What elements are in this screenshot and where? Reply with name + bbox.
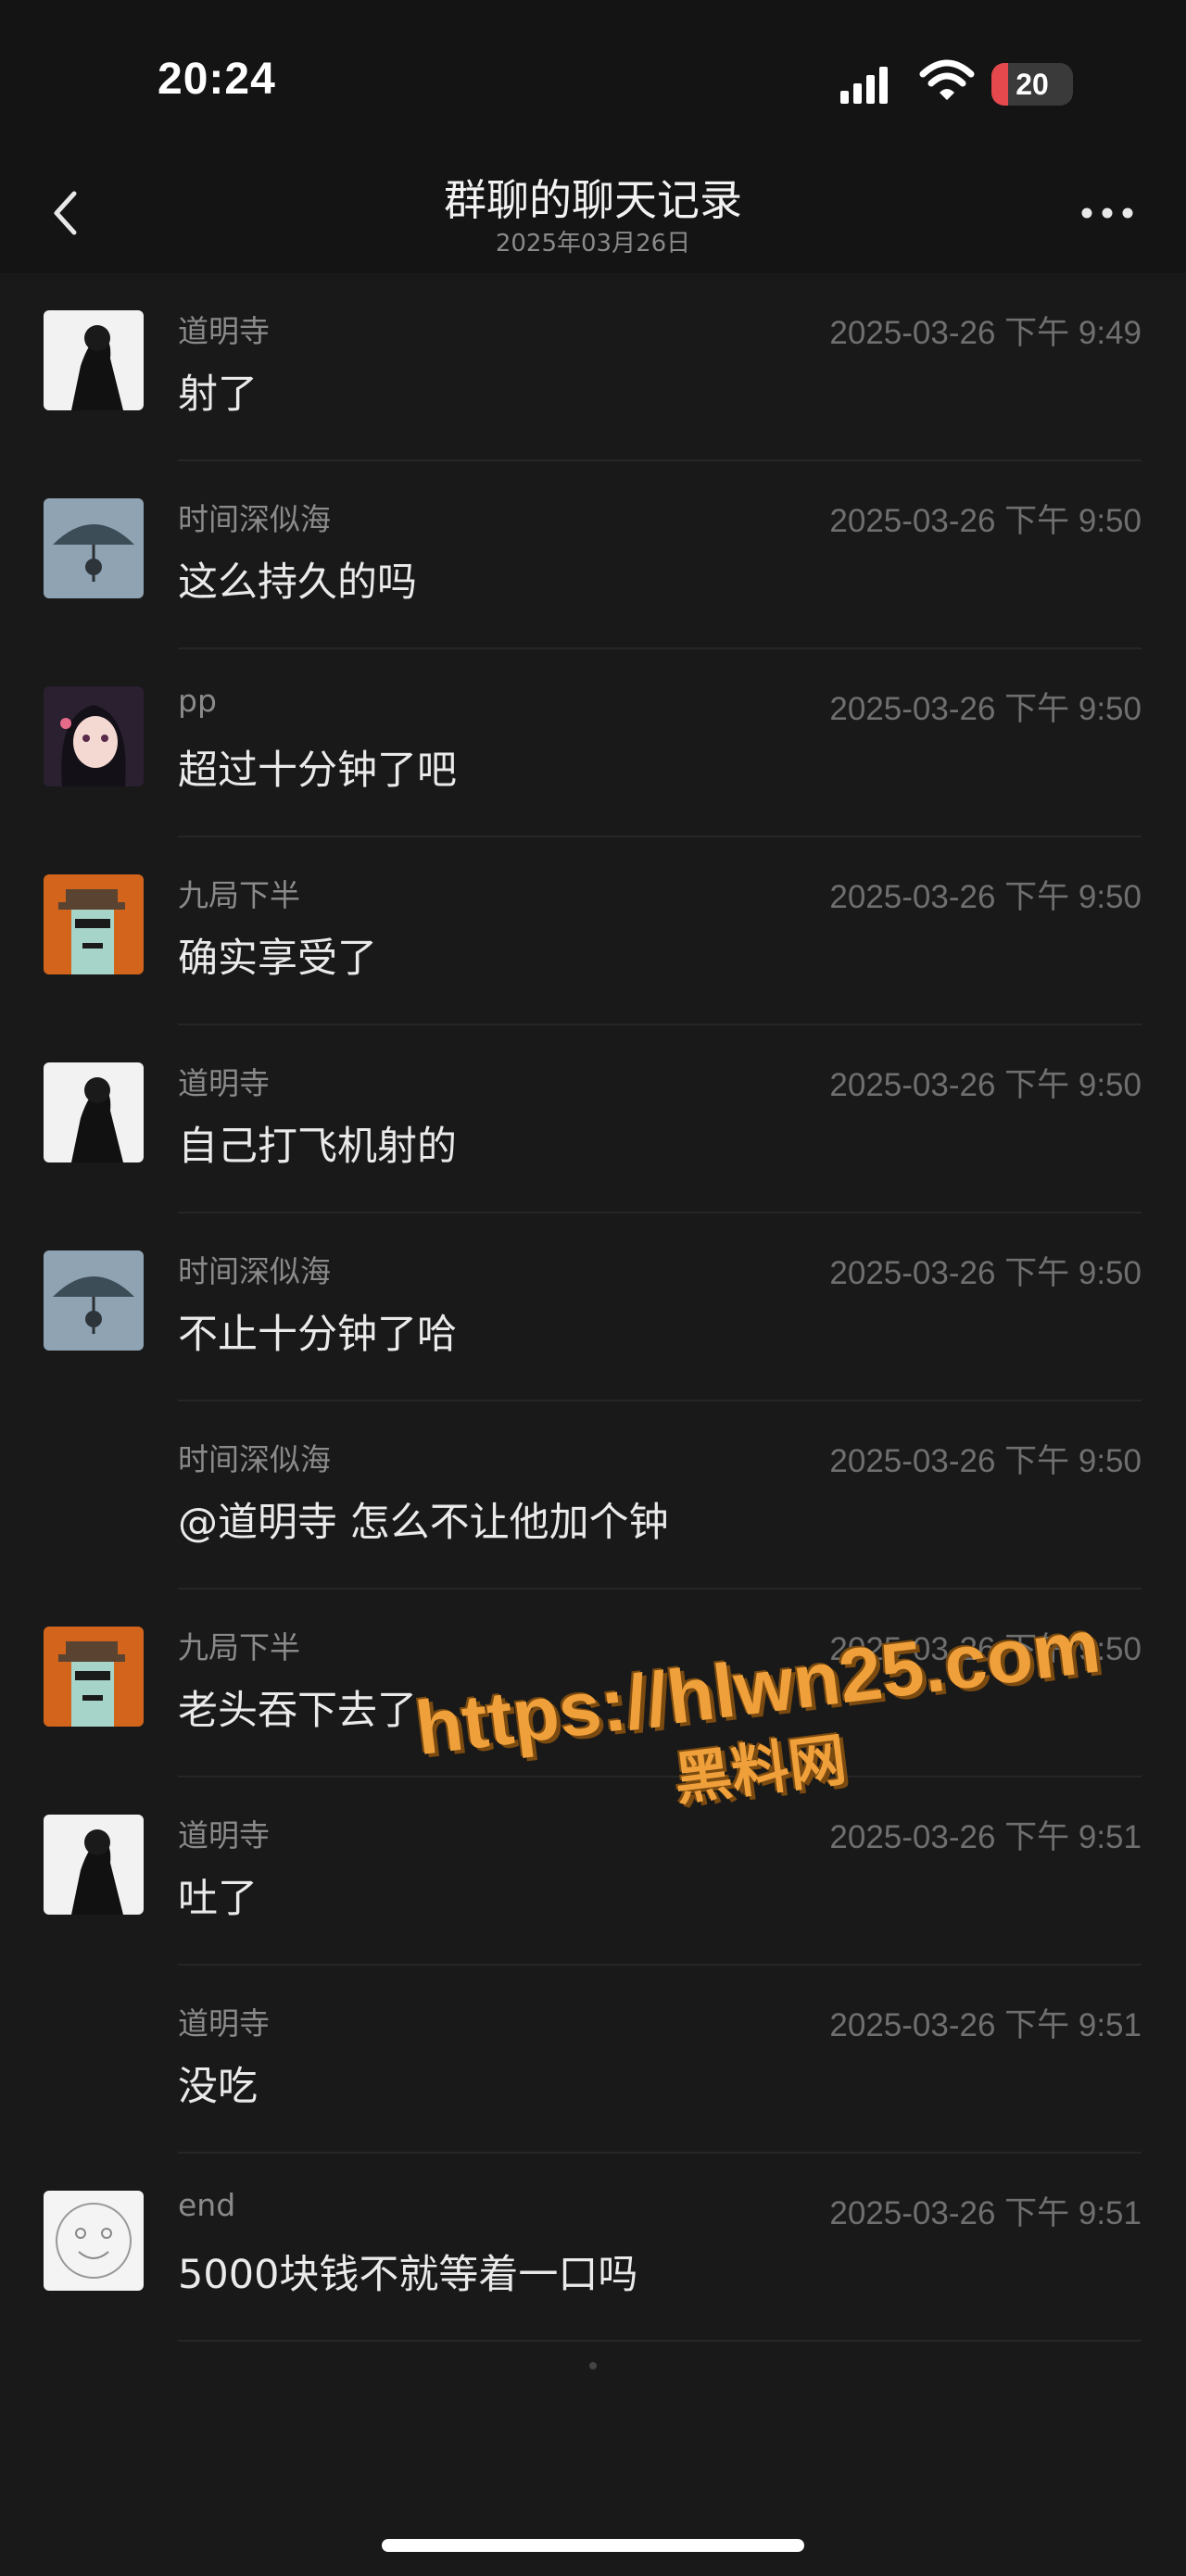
message-item[interactable]: 九局下半 2025-03-26 下午 9:50 老头吞下去了 <box>0 1590 1186 1778</box>
message-text: 超过十分钟了吧 <box>178 748 457 794</box>
cellular-signal-icon <box>840 67 888 104</box>
home-indicator[interactable] <box>382 2539 804 2552</box>
message-timestamp: 2025-03-26 下午 9:49 <box>829 315 1142 351</box>
message-item[interactable]: 时间深似海 2025-03-26 下午 9:50 @道明寺 怎么不让他加个钟 <box>0 1401 1186 1590</box>
avatar-anime-girl[interactable] <box>44 686 144 786</box>
more-options-button[interactable] <box>1075 185 1140 241</box>
message-list: 道明寺 2025-03-26 下午 9:49 射了 时间深似海 2025-03-… <box>0 273 1186 2342</box>
message-item[interactable]: end 2025-03-26 下午 9:51 5000块钱不就等着一口吗 <box>0 2154 1186 2342</box>
message-timestamp: 2025-03-26 下午 9:51 <box>829 2007 1142 2043</box>
message-text: 老头吞下去了 <box>178 1688 417 1734</box>
message-timestamp: 2025-03-26 下午 9:50 <box>829 503 1142 539</box>
message-timestamp: 2025-03-26 下午 9:50 <box>829 1255 1142 1291</box>
message-text: 吐了 <box>178 1876 258 1922</box>
battery-indicator: 20 <box>991 63 1073 106</box>
sender-name: 道明寺 <box>178 2005 270 2042</box>
avatar-dark-figure[interactable] <box>44 1815 144 1915</box>
avatar-smiley[interactable] <box>44 2191 144 2291</box>
avatar-umbrella[interactable] <box>44 498 144 598</box>
message-timestamp: 2025-03-26 下午 9:51 <box>829 2195 1142 2231</box>
sender-name: 时间深似海 <box>178 1253 331 1289</box>
message-timestamp: 2025-03-26 下午 9:50 <box>829 1067 1142 1103</box>
message-timestamp: 2025-03-26 下午 9:50 <box>829 691 1142 727</box>
navigation-bar: 群聊的聊天记录 2025年03月26日 <box>0 157 1186 273</box>
sender-name: 道明寺 <box>178 1817 270 1853</box>
list-end-indicator <box>589 2362 597 2369</box>
sender-name: 时间深似海 <box>178 1441 331 1477</box>
avatar-pixel-punk[interactable] <box>44 874 144 974</box>
message-text: 5000块钱不就等着一口吗 <box>178 2252 638 2298</box>
wifi-icon <box>919 59 975 100</box>
sender-name: 九局下半 <box>178 1629 300 1665</box>
sender-name: 九局下半 <box>178 877 300 913</box>
message-text: @道明寺 怎么不让他加个钟 <box>178 1500 669 1546</box>
message-timestamp: 2025-03-26 下午 9:50 <box>829 1443 1142 1479</box>
message-timestamp: 2025-03-26 下午 9:50 <box>829 1631 1142 1667</box>
sender-name: pp <box>178 683 217 719</box>
page-subtitle-date: 2025年03月26日 <box>495 230 691 258</box>
battery-level-text: 20 <box>1016 67 1049 101</box>
message-item[interactable]: 道明寺 2025-03-26 下午 9:51 吐了 <box>0 1778 1186 1966</box>
message-item[interactable]: 时间深似海 2025-03-26 下午 9:50 不止十分钟了哈 <box>0 1213 1186 1401</box>
more-dots-icon <box>1081 207 1133 219</box>
sender-name: 时间深似海 <box>178 501 331 537</box>
message-item[interactable]: 时间深似海 2025-03-26 下午 9:50 这么持久的吗 <box>0 461 1186 649</box>
message-text: 不止十分钟了哈 <box>178 1312 457 1358</box>
message-timestamp: 2025-03-26 下午 9:51 <box>829 1819 1142 1855</box>
page-title: 群聊的聊天记录 <box>444 175 742 225</box>
avatar-pixel-punk[interactable] <box>44 1627 144 1727</box>
sender-name: 道明寺 <box>178 1065 270 1101</box>
sender-name: 道明寺 <box>178 313 270 349</box>
message-timestamp: 2025-03-26 下午 9:50 <box>829 879 1142 915</box>
status-time: 20:24 <box>158 55 276 104</box>
status-bar: 20:24 20 <box>0 0 1186 157</box>
message-item[interactable]: 道明寺 2025-03-26 下午 9:50 自己打飞机射的 <box>0 1025 1186 1213</box>
message-item[interactable]: pp 2025-03-26 下午 9:50 超过十分钟了吧 <box>0 649 1186 837</box>
message-text: 射了 <box>178 371 258 418</box>
message-item[interactable]: 九局下半 2025-03-26 下午 9:50 确实享受了 <box>0 837 1186 1025</box>
avatar-dark-figure[interactable] <box>44 1062 144 1162</box>
message-text: 自己打飞机射的 <box>178 1124 457 1170</box>
sender-name: end <box>178 2187 236 2223</box>
message-text: 这么持久的吗 <box>178 559 417 606</box>
avatar-umbrella[interactable] <box>44 1250 144 1351</box>
message-item[interactable]: 道明寺 2025-03-26 下午 9:49 射了 <box>0 273 1186 461</box>
message-text: 没吃 <box>178 2064 258 2110</box>
avatar-dark-figure[interactable] <box>44 310 144 410</box>
message-item[interactable]: 道明寺 2025-03-26 下午 9:51 没吃 <box>0 1966 1186 2154</box>
message-text: 确实享受了 <box>178 936 377 982</box>
